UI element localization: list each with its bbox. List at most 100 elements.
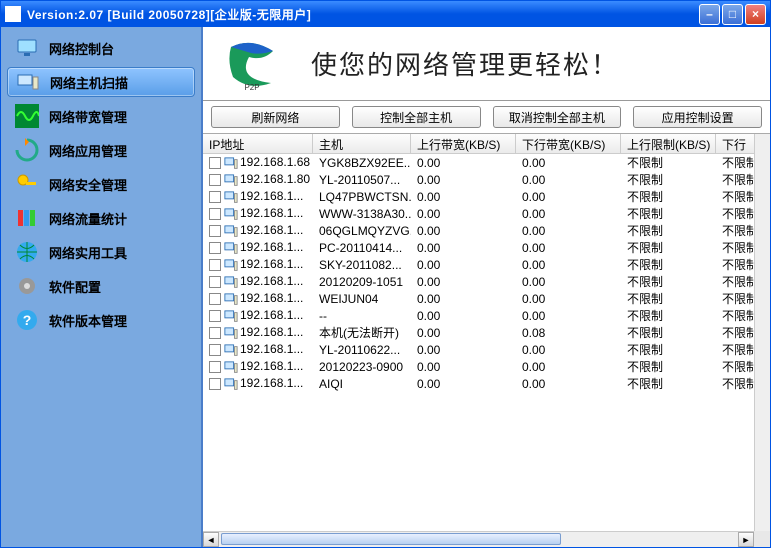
row-checkbox[interactable] bbox=[209, 327, 221, 339]
dlimit-cell: 不限制 bbox=[716, 358, 756, 375]
sidebar-item-2[interactable]: 网络带宽管理 bbox=[7, 101, 195, 131]
ip-cell: 192.168.1... bbox=[240, 274, 303, 288]
computer-icon bbox=[16, 70, 40, 94]
up-cell: 0.00 bbox=[411, 360, 516, 374]
table-row[interactable]: 192.168.1...AIQI0.000.00不限制不限制 bbox=[203, 375, 770, 392]
host-cell: -- bbox=[313, 309, 411, 323]
sidebar-item-label: 网络实用工具 bbox=[49, 243, 127, 262]
close-button[interactable]: × bbox=[745, 4, 766, 25]
row-checkbox[interactable] bbox=[209, 191, 221, 203]
table-row[interactable]: 192.168.1...YL-20110622...0.000.00不限制不限制 bbox=[203, 341, 770, 358]
down-cell: 0.08 bbox=[516, 326, 621, 340]
table-row[interactable]: 192.168.1...WEIJUN040.000.00不限制不限制 bbox=[203, 290, 770, 307]
col-ulimit[interactable]: 上行限制(KB/S) bbox=[621, 134, 716, 153]
row-checkbox[interactable] bbox=[209, 361, 221, 373]
ulimit-cell: 不限制 bbox=[621, 307, 716, 324]
scroll-left-icon[interactable]: ◄ bbox=[203, 532, 219, 547]
sidebar-item-4[interactable]: 网络安全管理 bbox=[7, 169, 195, 199]
host-cell: WWW-3138A30... bbox=[313, 207, 411, 221]
vertical-scrollbar[interactable] bbox=[754, 134, 770, 531]
row-checkbox[interactable] bbox=[209, 293, 221, 305]
refresh-button[interactable]: 刷新网络 bbox=[211, 106, 340, 128]
sidebar-item-3[interactable]: 网络应用管理 bbox=[7, 135, 195, 165]
svg-text:P2P: P2P bbox=[244, 83, 259, 92]
ip-cell: 192.168.1... bbox=[240, 189, 303, 203]
scroll-thumb[interactable] bbox=[221, 533, 561, 545]
row-checkbox[interactable] bbox=[209, 276, 221, 288]
apply-settings-button[interactable]: 应用控制设置 bbox=[633, 106, 762, 128]
ulimit-cell: 不限制 bbox=[621, 256, 716, 273]
ulimit-cell: 不限制 bbox=[621, 188, 716, 205]
ulimit-cell: 不限制 bbox=[621, 375, 716, 392]
ip-cell: 192.168.1.68 bbox=[240, 155, 310, 169]
dlimit-cell: 不限制 bbox=[716, 205, 756, 222]
table-row[interactable]: 192.168.1...20120223-09000.000.00不限制不限制 bbox=[203, 358, 770, 375]
sidebar-item-label: 软件配置 bbox=[49, 277, 101, 296]
dlimit-cell: 不限制 bbox=[716, 256, 756, 273]
list-header: IP地址 主机 上行带宽(KB/S) 下行带宽(KB/S) 上行限制(KB/S)… bbox=[203, 134, 770, 154]
computer-icon bbox=[224, 191, 238, 204]
down-cell: 0.00 bbox=[516, 224, 621, 238]
row-checkbox[interactable] bbox=[209, 259, 221, 271]
ip-cell: 192.168.1... bbox=[240, 223, 303, 237]
dlimit-cell: 不限制 bbox=[716, 375, 756, 392]
computer-icon bbox=[224, 276, 238, 289]
ip-cell: 192.168.1... bbox=[240, 325, 303, 339]
table-row[interactable]: 192.168.1...20120209-10510.000.00不限制不限制 bbox=[203, 273, 770, 290]
sidebar-item-label: 网络应用管理 bbox=[49, 141, 127, 160]
host-cell: LQ47PBWCTSN... bbox=[313, 190, 411, 204]
sidebar-item-8[interactable]: ?软件版本管理 bbox=[7, 305, 195, 335]
titlebar[interactable]: Version:2.07 [Build 20050728][企业版-无限用户] … bbox=[1, 1, 770, 27]
up-cell: 0.00 bbox=[411, 224, 516, 238]
control-all-button[interactable]: 控制全部主机 bbox=[352, 106, 481, 128]
window-title: Version:2.07 [Build 20050728][企业版-无限用户] bbox=[27, 6, 699, 23]
row-checkbox[interactable] bbox=[209, 344, 221, 356]
ip-cell: 192.168.1... bbox=[240, 308, 303, 322]
sidebar-item-7[interactable]: 软件配置 bbox=[7, 271, 195, 301]
table-row[interactable]: 192.168.1...LQ47PBWCTSN...0.000.00不限制不限制 bbox=[203, 188, 770, 205]
table-row[interactable]: 192.168.1...--0.000.00不限制不限制 bbox=[203, 307, 770, 324]
table-row[interactable]: 192.168.1.80YL-20110507...0.000.00不限制不限制 bbox=[203, 171, 770, 188]
minimize-button[interactable]: – bbox=[699, 4, 720, 25]
app-icon bbox=[5, 6, 21, 22]
row-checkbox[interactable] bbox=[209, 310, 221, 322]
col-dlimit[interactable]: 下行 bbox=[716, 134, 756, 153]
col-ip[interactable]: IP地址 bbox=[203, 134, 313, 153]
row-checkbox[interactable] bbox=[209, 208, 221, 220]
table-row[interactable]: 192.168.1...WWW-3138A30...0.000.00不限制不限制 bbox=[203, 205, 770, 222]
table-row[interactable]: 192.168.1...SKY-2011082...0.000.00不限制不限制 bbox=[203, 256, 770, 273]
scroll-right-icon[interactable]: ► bbox=[738, 532, 754, 547]
horizontal-scrollbar[interactable]: ◄ ► bbox=[203, 531, 754, 547]
computer-icon bbox=[224, 361, 238, 374]
row-checkbox[interactable] bbox=[209, 174, 221, 186]
sidebar-item-0[interactable]: 网络控制台 bbox=[7, 33, 195, 63]
col-host[interactable]: 主机 bbox=[313, 134, 411, 153]
app-window: Version:2.07 [Build 20050728][企业版-无限用户] … bbox=[0, 0, 771, 548]
row-checkbox[interactable] bbox=[209, 225, 221, 237]
computer-icon bbox=[224, 242, 238, 255]
table-row[interactable]: 192.168.1...本机(无法断开)0.000.08不限制不限制 bbox=[203, 324, 770, 341]
uncontrol-all-button[interactable]: 取消控制全部主机 bbox=[493, 106, 622, 128]
down-cell: 0.00 bbox=[516, 241, 621, 255]
down-cell: 0.00 bbox=[516, 275, 621, 289]
wave-icon bbox=[15, 104, 39, 128]
row-checkbox[interactable] bbox=[209, 242, 221, 254]
col-down[interactable]: 下行带宽(KB/S) bbox=[516, 134, 621, 153]
row-checkbox[interactable] bbox=[209, 378, 221, 390]
dlimit-cell: 不限制 bbox=[716, 222, 756, 239]
maximize-button[interactable]: □ bbox=[722, 4, 743, 25]
row-checkbox[interactable] bbox=[209, 157, 221, 169]
host-cell: YGK8BZX92EE... bbox=[313, 156, 411, 170]
sidebar-item-6[interactable]: 网络实用工具 bbox=[7, 237, 195, 267]
sidebar-item-5[interactable]: 网络流量统计 bbox=[7, 203, 195, 233]
dlimit-cell: 不限制 bbox=[716, 307, 756, 324]
ip-cell: 192.168.1... bbox=[240, 342, 303, 356]
table-row[interactable]: 192.168.1...PC-20110414...0.000.00不限制不限制 bbox=[203, 239, 770, 256]
host-cell: YL-20110622... bbox=[313, 343, 411, 357]
table-row[interactable]: 192.168.1...06QGLMQYZVG...0.000.00不限制不限制 bbox=[203, 222, 770, 239]
col-up[interactable]: 上行带宽(KB/S) bbox=[411, 134, 516, 153]
down-cell: 0.00 bbox=[516, 258, 621, 272]
sidebar-item-1[interactable]: 网络主机扫描 bbox=[7, 67, 195, 97]
table-row[interactable]: 192.168.1.68YGK8BZX92EE...0.000.00不限制不限制 bbox=[203, 154, 770, 171]
up-cell: 0.00 bbox=[411, 241, 516, 255]
